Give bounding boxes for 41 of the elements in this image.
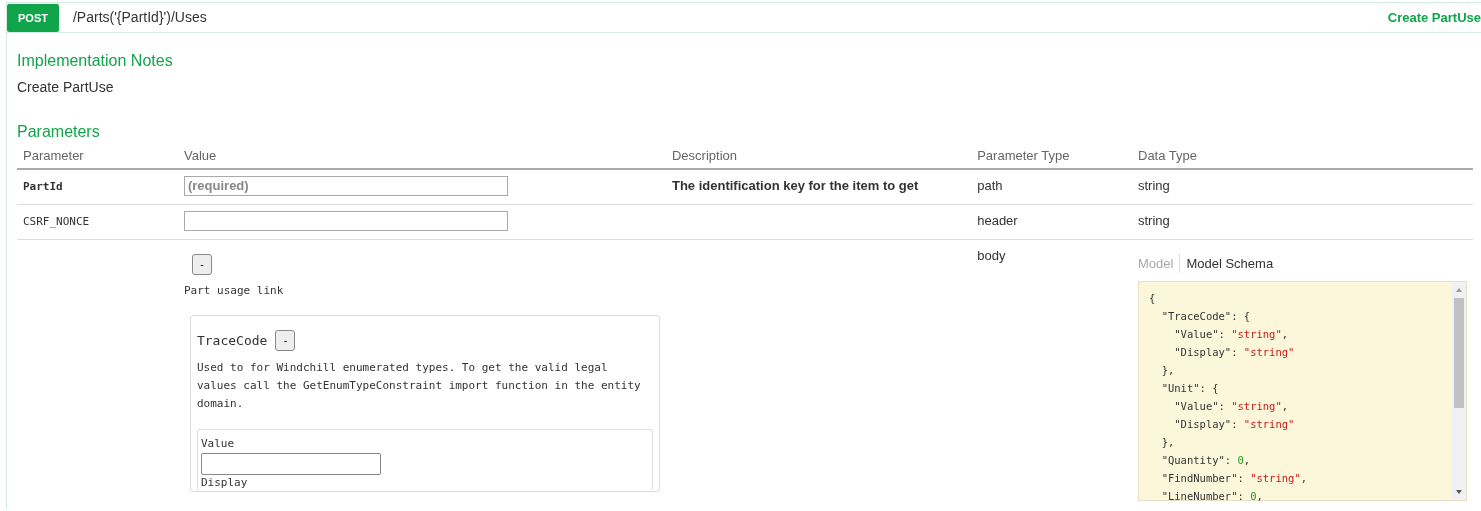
code-line: "Unit": { (1160, 381, 1220, 396)
collapse-button[interactable]: - (275, 330, 296, 351)
data-type: string (1138, 212, 1170, 228)
field-label: Value (200, 436, 236, 452)
parameter-type: header (977, 212, 1018, 228)
column-header: Value (177, 144, 666, 169)
editor-title: Part usage link (183, 282, 284, 299)
parameter-type: body (977, 247, 1006, 263)
field-label: Display (200, 474, 249, 491)
parameter-type: path (977, 177, 1003, 193)
code-line: }, (1160, 435, 1176, 450)
code-line: "Display": "string" (1173, 417, 1296, 432)
code-line: { (1149, 291, 1157, 306)
data-type: string (1138, 177, 1170, 193)
property-name: TraceCode (196, 331, 268, 350)
model-tab[interactable]: Model Schema (1179, 253, 1280, 273)
input-field[interactable] (200, 452, 381, 475)
endpoint-path[interactable]: /Parts('{PartId}')/Uses (58, 7, 1388, 28)
parameter-name: CSRF_NONCE (23, 214, 90, 228)
code-line: "FindNumber": "string", (1160, 471, 1309, 486)
property-description: Used to for Windchill enumerated types. To get the valid legal values call the GetEnumTypeConstraint import function in the entity domain. (196, 360, 642, 412)
code-line: }, (1160, 363, 1176, 378)
collapse-button[interactable]: - (191, 253, 212, 275)
code-line: "Quantity": 0, (1160, 453, 1252, 468)
code-line: "Value": "string", (1173, 399, 1290, 414)
section-heading: Implementation Notes (17, 51, 174, 71)
section-heading: Parameters (17, 122, 101, 142)
parameter-name: PartId (23, 179, 63, 193)
column-header: Data Type (1132, 144, 1473, 169)
notes-text: Create PartUse (17, 78, 115, 97)
value-field[interactable]: (required) (183, 175, 508, 196)
code-line: "LineNumber": 0, (1160, 489, 1264, 504)
code-line: "TraceCode": { (1160, 309, 1252, 324)
scrollbar-drawing[interactable] (1452, 282, 1466, 500)
column-header: Description (665, 144, 972, 169)
column-header: Parameter Type (971, 144, 1132, 169)
parameter-description: The identification key for the item to get (671, 177, 919, 193)
column-header: Parameter (17, 144, 178, 169)
code-line: "Display": "string" (1173, 345, 1296, 360)
value-field[interactable] (183, 210, 508, 231)
code-line: "Value": "string", (1173, 327, 1290, 342)
